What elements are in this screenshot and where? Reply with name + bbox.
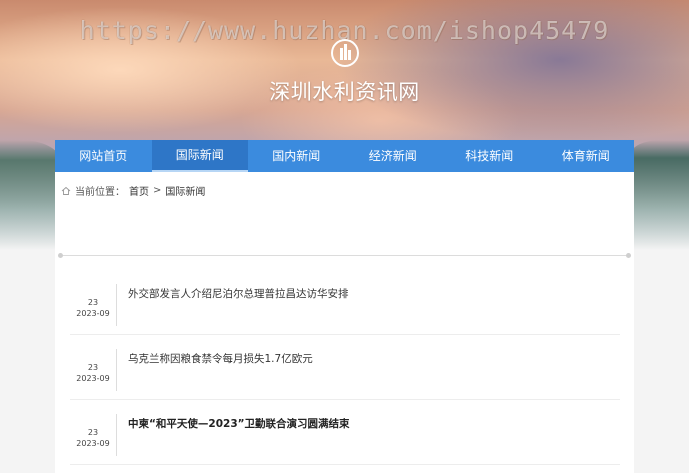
news-day: 23: [87, 428, 99, 437]
mountain-right: [631, 140, 689, 250]
news-day: 23: [87, 298, 99, 307]
main-nav: 网站首页 国际新闻 国内新闻 经济新闻 科技新闻 体育新闻: [55, 140, 634, 172]
news-day: 23: [87, 363, 99, 372]
nav-item-international[interactable]: 国际新闻: [151, 140, 248, 172]
news-month: 2023-09: [76, 439, 110, 448]
news-date: 23 2023-09: [70, 349, 117, 391]
nav-item-economy[interactable]: 经济新闻: [345, 140, 442, 172]
breadcrumb-home-link[interactable]: 首页: [129, 183, 149, 198]
list-item[interactable]: 23 2023-09 外交部发言人介绍尼泊尔总理普拉昌达访华安排: [70, 270, 620, 335]
breadcrumb-current[interactable]: 国际新闻: [165, 183, 205, 198]
nav-item-sports[interactable]: 体育新闻: [538, 140, 635, 172]
site-logo-icon[interactable]: [330, 38, 360, 68]
list-item[interactable]: 23 2023-09 乌克兰称因粮食禁令每月损失1.7亿欧元: [70, 335, 620, 400]
section-divider: [58, 253, 631, 258]
content-panel: 当前位置： 首页 > 国际新闻 23 2023-09 外交部发言人介绍尼泊尔总理…: [55, 172, 634, 473]
nav-item-tech[interactable]: 科技新闻: [441, 140, 538, 172]
news-list: 23 2023-09 外交部发言人介绍尼泊尔总理普拉昌达访华安排 23 2023…: [70, 270, 620, 465]
breadcrumb: 当前位置： 首页 > 国际新闻: [61, 183, 205, 198]
list-item[interactable]: 23 2023-09 中柬“和平天使—2023”卫勤联合演习圆满结束: [70, 400, 620, 465]
news-date: 23 2023-09: [70, 414, 117, 456]
news-title-link[interactable]: 中柬“和平天使—2023”卫勤联合演习圆满结束: [128, 416, 350, 431]
mountain-left: [0, 140, 60, 250]
home-icon: [61, 186, 71, 195]
site-title: 深圳水利资讯网: [269, 80, 420, 104]
news-month: 2023-09: [76, 309, 110, 318]
breadcrumb-label: 当前位置：: [75, 187, 125, 198]
news-month: 2023-09: [76, 374, 110, 383]
news-title-link[interactable]: 外交部发言人介绍尼泊尔总理普拉昌达访华安排: [128, 286, 349, 301]
nav-item-home[interactable]: 网站首页: [55, 140, 152, 172]
news-title-link[interactable]: 乌克兰称因粮食禁令每月损失1.7亿欧元: [128, 351, 313, 366]
breadcrumb-separator: >: [153, 185, 162, 196]
news-date: 23 2023-09: [70, 284, 117, 326]
nav-item-domestic[interactable]: 国内新闻: [248, 140, 345, 172]
